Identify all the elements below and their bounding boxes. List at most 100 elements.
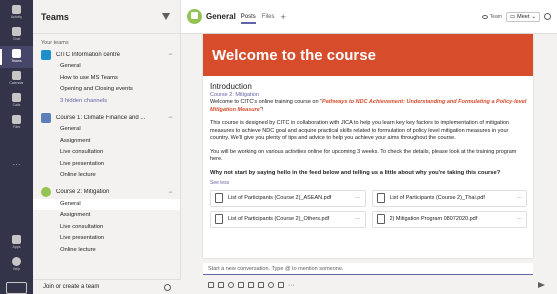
more-options-icon[interactable]: ··· [168,51,173,58]
intro-heading: Introduction [210,82,252,91]
chevron-down-icon: ⌄ [531,13,536,20]
course-description: This course is designed by CITC in colla… [210,120,509,141]
file-attachment[interactable]: List of Participants (Course 2)_ASEAN.pd… [210,189,366,207]
rail-apps[interactable]: Apps [0,232,33,254]
channel-online-lecture[interactable]: Online lecture [33,170,180,182]
gear-icon[interactable] [164,283,171,291]
device-icon[interactable] [6,282,27,294]
channel-live-consultation[interactable]: Live consultation [33,147,180,159]
channel-general[interactable]: General [33,61,180,73]
channel-title: General [206,12,236,21]
team-button[interactable]: Team [481,13,502,20]
pdf-icon [376,214,385,224]
rail-calls[interactable]: Calls [0,90,33,112]
app-rail: Activity Chat Teams Calendar Calls Files… [0,0,33,294]
your-teams-label: Your teams [41,40,69,46]
pdf-icon [215,214,223,224]
channel-assignment[interactable]: Assignment [33,136,180,148]
info-icon[interactable] [544,13,551,20]
team-name: CITC Information centre [56,51,121,58]
video-icon: ▭ [509,13,516,20]
file-attachment[interactable]: 2) Mitigation Program 08072020.pdf ··· [371,210,527,228]
file-attachment[interactable]: List of Participants (Course 2)_Thai.pdf… [371,189,527,207]
channel-live-presentation[interactable]: Live presentation [33,233,180,245]
intro-text: Welcome to CITC's online training course… [210,99,527,114]
channel-online-lecture[interactable]: Online lecture [33,245,180,257]
attach-icon[interactable] [218,282,224,288]
more-options-icon[interactable]: ··· [355,195,361,201]
rail-chat[interactable]: Chat [0,24,33,46]
compose-toolbar: ··· [203,279,545,291]
more-options-icon[interactable]: ··· [355,216,361,222]
teams-title: Teams [41,11,69,22]
more-options-icon[interactable]: ··· [517,195,523,201]
more-options-icon[interactable]: ··· [168,114,173,121]
team-avatar [41,112,51,123]
file-icon [12,115,21,124]
meet-button[interactable]: ▭ Meet ⌄ [505,11,540,22]
rail-activity[interactable]: Activity [0,2,33,24]
bell-icon [12,5,21,14]
rail-more-icon[interactable]: ··· [0,160,33,169]
program-note: You will be working on various activitie… [210,148,517,163]
hidden-channels-link[interactable]: 3 hidden channels [33,96,180,108]
calendar-icon [12,71,21,80]
send-icon[interactable] [538,282,545,288]
meet-label: Meet [517,13,530,20]
banner-title: Welcome to the course [212,46,376,64]
channel-general-selected[interactable]: General [33,198,180,210]
file-attachment[interactable]: List of Participants (Course 2)_Others.p… [210,210,366,228]
intro-text-post: "! [259,106,264,113]
attachments: List of Participants (Course 2)_ASEAN.pd… [210,189,527,228]
phone-icon [12,93,21,102]
eye-icon [481,14,488,19]
stream-icon[interactable] [278,282,284,288]
rail-calendar[interactable]: Calendar [0,68,33,90]
channel-live-presentation[interactable]: Live presentation [33,159,180,171]
team-button-label: Team [489,13,502,20]
welcome-banner: Welcome to the course [203,34,533,76]
help-icon [12,257,21,266]
meet-now-icon[interactable] [258,282,264,288]
teams-panel: Teams Your teams CITC Information centre… [33,0,181,294]
filter-icon[interactable] [162,12,170,21]
join-create-team[interactable]: Join or create a team [33,279,181,294]
channel-assignment[interactable]: Assignment [33,210,180,222]
channel-how-to-use[interactable]: How to use MS Teams [33,73,180,85]
team-name: Course 1: Climate Finance and ... [56,114,146,121]
rail-help[interactable]: Help [0,254,33,276]
team-course-2[interactable]: Course 2: Mitigation ··· [33,186,180,199]
rail-teams[interactable]: Teams [0,46,33,68]
praise-icon[interactable] [268,282,274,288]
tab-posts[interactable]: Posts [240,0,256,34]
emoji-icon[interactable] [228,282,234,288]
file-name: List of Participants (Course 2)_Others.p… [228,216,330,222]
more-options-icon[interactable]: ··· [517,216,523,222]
compose-box[interactable]: Start a new conversation. Type @ to ment… [203,263,533,275]
channel-general[interactable]: General [33,124,180,136]
main-area: General Posts Files + Team ▭ Meet ⌄ Welcom… [181,0,557,294]
call-to-action: Why not start by saying hello in the fee… [210,169,501,176]
sticker-icon[interactable] [248,282,254,288]
chat-icon [12,27,21,36]
teams-icon [12,49,21,58]
team-citc-info[interactable]: CITC Information centre ··· [33,48,180,61]
more-apps-icon[interactable]: ··· [288,282,295,289]
team-avatar [41,187,51,197]
team-course-1[interactable]: Course 1: Climate Finance and ... ··· [33,111,180,124]
file-name: List of Participants (Course 2)_ASEAN.pd… [228,195,332,201]
tab-files[interactable]: Files [262,0,275,34]
team-avatar [41,49,51,60]
rail-files[interactable]: Files [0,112,33,134]
file-name: List of Participants (Course 2)_Thai.pdf [389,195,485,201]
gif-icon[interactable] [238,282,244,288]
channel-live-consultation[interactable]: Live consultation [33,222,180,234]
intro-text-pre: Welcome to CITC's online training course… [210,99,323,105]
see-less-link[interactable]: See less [210,180,527,186]
apps-icon [12,235,21,244]
add-tab-button[interactable]: + [280,12,285,22]
teams-header: Teams [33,0,180,34]
more-options-icon[interactable]: ··· [168,189,173,196]
channel-opening-closing[interactable]: Opening and Closing events [33,84,180,96]
format-icon[interactable] [208,282,214,288]
